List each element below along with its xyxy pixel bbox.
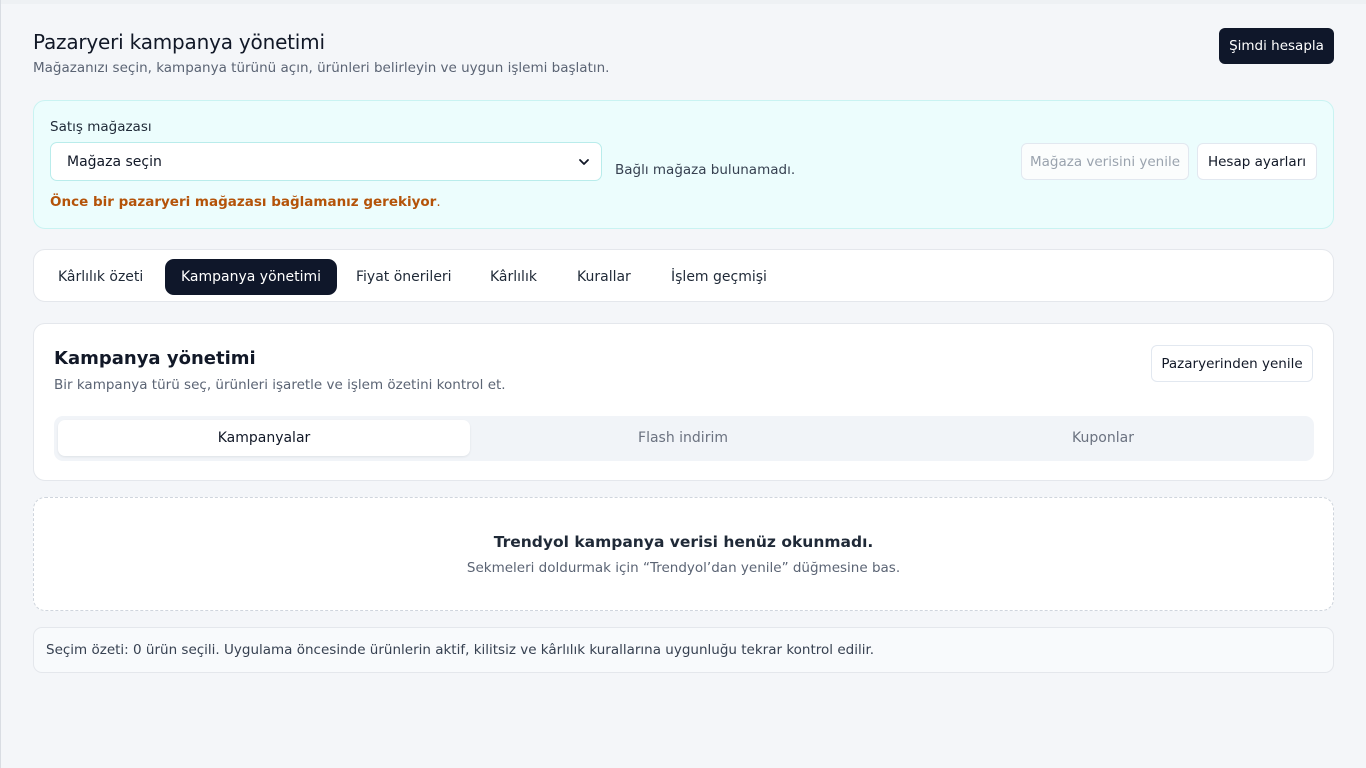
- store-select[interactable]: Mağaza seçin: [50, 142, 602, 181]
- store-panel: Satış mağazası Mağaza seçin Bağlı mağaza…: [33, 100, 1334, 229]
- tab-rules[interactable]: Kurallar: [561, 259, 647, 295]
- store-warning: Önce bir pazaryeri mağazası bağlamanız g…: [50, 194, 441, 210]
- chevron-down-icon: [579, 159, 589, 165]
- tab-campaign-management[interactable]: Kampanya yönetimi: [165, 259, 338, 295]
- campaign-type-segmented-control: Kampanyalar Flash indirim Kuponlar: [54, 416, 1314, 461]
- tab-profitability-summary[interactable]: Kârlılık özeti: [42, 259, 159, 295]
- account-settings-button[interactable]: Hesap ayarları: [1197, 143, 1317, 180]
- selection-summary-text: Seçim özeti: 0 ürün seçili. Uygulama önc…: [46, 642, 875, 658]
- refresh-store-data-button[interactable]: Mağaza verisini yenile: [1021, 143, 1189, 180]
- left-border: [0, 0, 1, 768]
- refresh-from-marketplace-button[interactable]: Pazaryerinden yenile: [1151, 345, 1313, 382]
- store-warning-text: Önce bir pazaryeri mağazası bağlamanız g…: [50, 194, 437, 210]
- empty-state-title: Trendyol kampanya verisi henüz okunmadı.: [493, 533, 874, 551]
- page-header: Pazaryeri kampanya yönetimi Mağazanızı s…: [33, 30, 609, 76]
- selection-summary: Seçim özeti: 0 ürün seçili. Uygulama önc…: [33, 627, 1334, 673]
- store-select-value: Mağaza seçin: [67, 153, 162, 170]
- page-subtitle: Mağazanızı seçin, kampanya türünü açın, …: [33, 60, 610, 76]
- page-title: Pazaryeri kampanya yönetimi: [33, 30, 325, 54]
- tab-profitability[interactable]: Kârlılık: [474, 259, 553, 295]
- store-status-text: Bağlı mağaza bulunamadı.: [615, 162, 796, 178]
- empty-state-subtitle: Sekmeleri doldurmak için “Trendyol’dan y…: [466, 560, 901, 576]
- segment-coupons[interactable]: Kuponlar: [897, 420, 1309, 456]
- segment-campaigns[interactable]: Kampanyalar: [58, 420, 470, 456]
- top-edge: [0, 0, 1366, 4]
- tab-transaction-history[interactable]: İşlem geçmişi: [655, 259, 783, 295]
- campaign-card: Kampanya yönetimi Bir kampanya türü seç,…: [33, 323, 1334, 481]
- store-label: Satış mağazası: [50, 119, 152, 135]
- tab-price-suggestions[interactable]: Fiyat önerileri: [340, 259, 468, 295]
- calculate-now-button[interactable]: Şimdi hesapla: [1219, 28, 1334, 64]
- empty-state: Trendyol kampanya verisi henüz okunmadı.…: [33, 497, 1334, 611]
- store-warning-period: .: [436, 194, 441, 210]
- campaign-subtitle: Bir kampanya türü seç, ürünleri işaretle…: [54, 377, 506, 393]
- main-tabs: Kârlılık özeti Kampanya yönetimi Fiyat ö…: [33, 249, 1334, 302]
- campaign-title: Kampanya yönetimi: [54, 348, 256, 369]
- segment-flash-discount[interactable]: Flash indirim: [477, 420, 889, 456]
